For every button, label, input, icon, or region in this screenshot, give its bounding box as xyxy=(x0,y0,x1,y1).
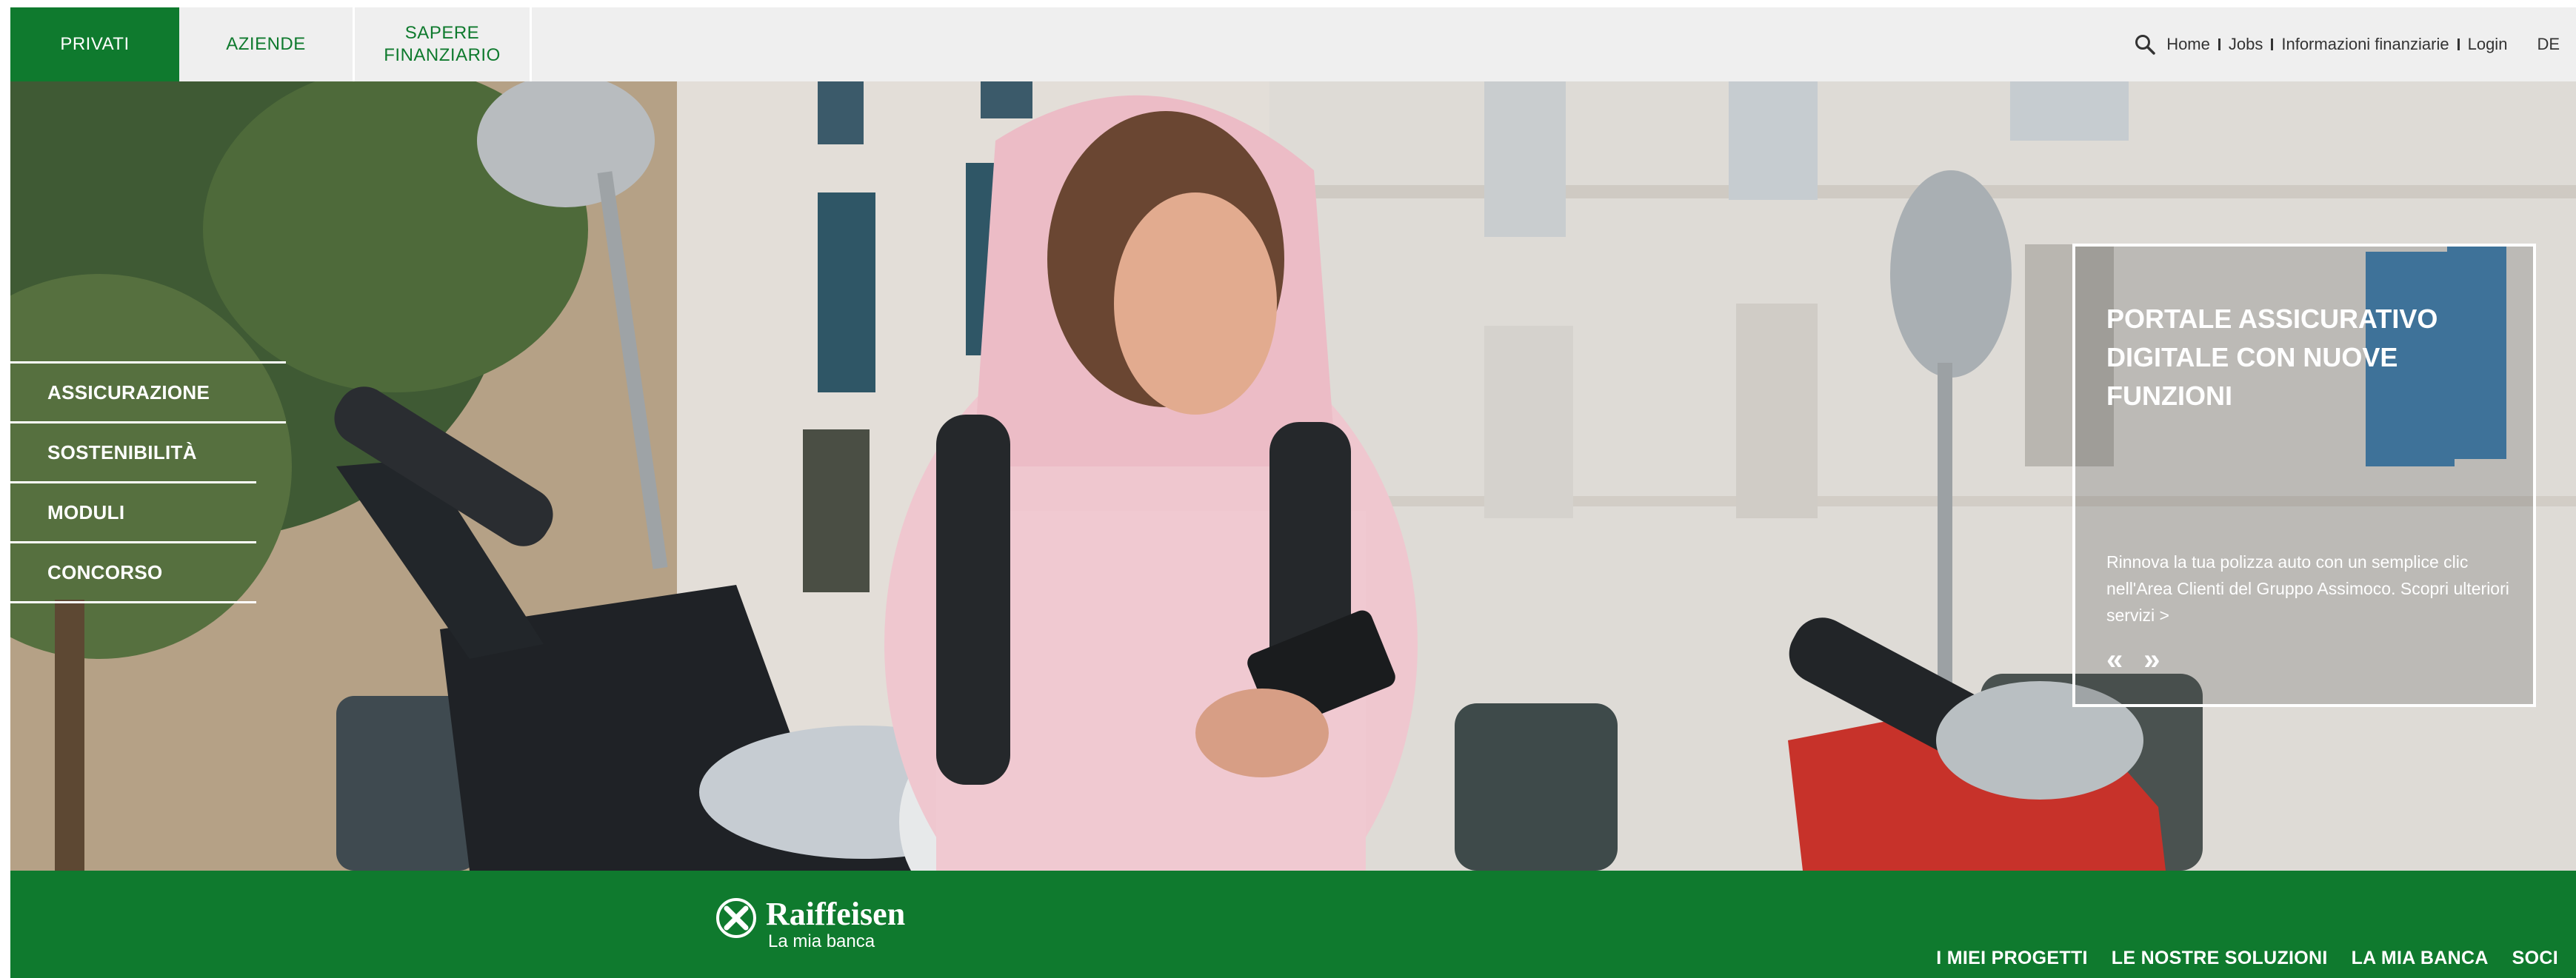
jobs-link[interactable]: Jobs xyxy=(2229,35,2263,54)
hero-banner: ASSICURAZIONE SOSTENIBILITÀ MODULI CONCO… xyxy=(10,81,2576,871)
promo-box: PORTALE ASSICURATIVO DIGITALE CON NUOVE … xyxy=(2072,244,2536,707)
nav-la-mia-banca[interactable]: LA MIA BANCA xyxy=(2352,948,2489,969)
top-bar: PRIVATI AZIENDE SAPERE FINANZIARIO Home … xyxy=(10,7,2576,81)
link-separator xyxy=(2457,38,2460,50)
main-nav-bar: Raiffeisen La mia banca I MIEI PROGETTI … xyxy=(10,871,2576,978)
tab-sapere-finanziario[interactable]: SAPERE FINANZIARIO xyxy=(355,7,530,81)
hero-side-menu: ASSICURAZIONE SOSTENIBILITÀ MODULI CONCO… xyxy=(10,361,286,603)
tab-aziende[interactable]: AZIENDE xyxy=(179,7,353,81)
nav-le-nostre-soluzioni[interactable]: LE NOSTRE SOLUZIONI xyxy=(2112,948,2328,969)
nav-soci[interactable]: SOCI xyxy=(2512,948,2558,969)
link-separator xyxy=(2271,38,2274,50)
tab-privati[interactable]: PRIVATI xyxy=(10,7,179,81)
brand-tagline: La mia banca xyxy=(768,931,875,951)
raiffeisen-logo[interactable]: Raiffeisen La mia banca xyxy=(715,897,905,952)
menu-divider xyxy=(10,601,256,603)
promo-carousel-nav: « » xyxy=(2106,645,2160,674)
link-separator xyxy=(2218,38,2220,50)
search-icon[interactable] xyxy=(2134,33,2156,56)
login-link[interactable]: Login xyxy=(2468,35,2508,54)
promo-title: PORTALE ASSICURATIVO DIGITALE CON NUOVE … xyxy=(2106,304,2438,411)
language-switch[interactable]: DE xyxy=(2537,35,2560,54)
brand-name: Raiffeisen xyxy=(766,896,906,932)
menu-item-sostenibilita[interactable]: SOSTENIBILITÀ xyxy=(10,423,286,481)
informazioni-finanziarie-link[interactable]: Informazioni finanziarie xyxy=(2281,35,2449,54)
main-nav: I MIEI PROGETTI LE NOSTRE SOLUZIONI LA M… xyxy=(1936,948,2558,969)
menu-item-concorso[interactable]: CONCORSO xyxy=(10,543,286,601)
menu-item-moduli[interactable]: MODULI xyxy=(10,483,286,541)
page: PRIVATI AZIENDE SAPERE FINANZIARIO Home … xyxy=(10,7,2576,978)
nav-i-miei-progetti[interactable]: I MIEI PROGETTI xyxy=(1936,948,2088,969)
promo-prev-button[interactable]: « xyxy=(2106,645,2123,674)
utility-nav: Home Jobs Informazioni finanziarie Login… xyxy=(2134,7,2560,81)
tab-divider xyxy=(530,7,532,81)
menu-item-assicurazione[interactable]: ASSICURAZIONE xyxy=(10,364,286,421)
home-link[interactable]: Home xyxy=(2166,35,2210,54)
promo-next-button[interactable]: » xyxy=(2143,645,2160,674)
raiffeisen-logo-icon xyxy=(716,898,756,938)
promo-text-link[interactable]: Rinnova la tua polizza auto con un sempl… xyxy=(2106,549,2521,629)
